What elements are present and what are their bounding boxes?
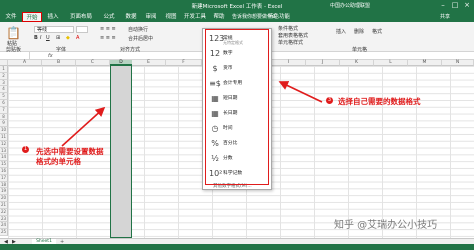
row-header[interactable]: 5 xyxy=(0,93,8,100)
step-badge-1: 1 xyxy=(22,146,29,153)
selected-column-header[interactable]: D xyxy=(110,60,132,66)
tell-me-search[interactable]: 告诉我你想要做什么 xyxy=(232,12,277,22)
tab-data[interactable]: 数据 xyxy=(122,12,140,22)
delete-cells-button[interactable]: 删除 xyxy=(354,28,364,35)
row-header[interactable]: 20 xyxy=(0,195,8,202)
watermark: 知乎 @艾瑞办公小技巧 xyxy=(334,220,438,231)
column-header[interactable]: C xyxy=(76,60,110,66)
tab-formulas[interactable]: 公式 xyxy=(100,12,118,22)
row-header[interactable]: 18 xyxy=(0,181,8,189)
merge-center-button[interactable]: 合并后居中 xyxy=(128,35,153,42)
tab-view[interactable]: 视图 xyxy=(162,12,180,22)
row-header[interactable]: 22 xyxy=(0,208,8,216)
title-bar: 新建Microsoft Excel 工作表 - Excel 中国办公助理联盟 –… xyxy=(0,0,474,11)
column-header[interactable]: B xyxy=(42,60,76,66)
row-header[interactable]: 25 xyxy=(0,229,8,236)
tab-help[interactable]: 帮助 xyxy=(210,12,228,22)
format-cells-button[interactable]: 格式 xyxy=(372,28,382,35)
column-header[interactable]: I xyxy=(272,60,306,66)
tab-page-layout[interactable]: 页面布局 xyxy=(64,12,98,22)
font-name-select[interactable]: 等线 xyxy=(34,26,74,33)
row-header[interactable]: 21 xyxy=(0,202,8,209)
row-header[interactable]: 2 xyxy=(0,72,8,80)
close-icon[interactable]: × xyxy=(460,1,474,9)
row-header[interactable]: 10 xyxy=(0,127,8,134)
align-left-icon[interactable]: ≡ ≡ ≡ xyxy=(100,35,116,41)
font-size-select[interactable] xyxy=(76,26,88,33)
selected-column-range[interactable] xyxy=(110,60,132,238)
row-header[interactable]: 3 xyxy=(0,79,8,87)
row-header[interactable]: 11 xyxy=(0,134,8,141)
tab-developer[interactable]: 开发工具 xyxy=(182,12,208,22)
fill-color-icon[interactable]: ◆ xyxy=(66,35,70,41)
column-header[interactable]: J xyxy=(306,60,340,66)
row-header[interactable]: 13 xyxy=(0,147,8,155)
row-header[interactable]: 24 xyxy=(0,222,8,230)
row-header[interactable]: 14 xyxy=(0,154,8,162)
row-header[interactable]: 7 xyxy=(0,106,8,114)
column-header[interactable]: E xyxy=(132,60,166,66)
row-header[interactable]: 8 xyxy=(0,113,8,121)
row-header[interactable]: 12 xyxy=(0,140,8,148)
column-header[interactable]: L xyxy=(374,60,408,66)
tab-insert[interactable]: 插入 xyxy=(44,12,62,22)
conditional-format-button[interactable]: 条件格式 xyxy=(278,25,298,32)
status-bar xyxy=(0,244,474,250)
tab-file[interactable]: 文件 xyxy=(2,12,20,22)
window-title: 新建Microsoft Excel 工作表 - Excel xyxy=(191,4,283,10)
column-header[interactable]: N xyxy=(442,60,474,66)
annotation-choose-format: 选择自己需要的数据格式 xyxy=(338,97,421,106)
row-header[interactable]: 17 xyxy=(0,174,8,182)
tab-home[interactable]: 开始 xyxy=(22,12,42,22)
underline-icon[interactable]: U xyxy=(46,35,50,41)
step-badge-3: 3 xyxy=(326,97,333,104)
fx-icon[interactable]: fx xyxy=(48,52,53,60)
border-icon[interactable]: ⊞ xyxy=(56,35,60,41)
row-header[interactable]: 23 xyxy=(0,215,8,223)
share-button[interactable]: 共享 xyxy=(440,12,450,22)
row-header[interactable]: 9 xyxy=(0,120,8,128)
column-header[interactable]: K xyxy=(340,60,374,66)
row-header[interactable]: 15 xyxy=(0,161,8,168)
insert-cells-button[interactable]: 插入 xyxy=(336,28,346,35)
name-box[interactable] xyxy=(0,52,30,60)
row-header[interactable]: 19 xyxy=(0,188,8,196)
column-header[interactable]: M xyxy=(408,60,442,66)
align-top-icon[interactable]: ≡ ≡ ≡ xyxy=(100,26,116,32)
row-header[interactable]: 16 xyxy=(0,168,8,175)
ribbon-tabs: 文件 开始 插入 页面布局 公式 数据 审阅 视图 开发工具 帮助 特色功能 告… xyxy=(0,11,474,22)
tab-review[interactable]: 审阅 xyxy=(142,12,160,22)
highlight-frame xyxy=(205,29,269,185)
column-header[interactable]: F xyxy=(166,60,202,66)
table-format-button[interactable]: 套用表格格式 xyxy=(278,32,308,39)
wrap-text-button[interactable]: 自动换行 xyxy=(128,26,148,33)
row-header[interactable]: 4 xyxy=(0,86,8,94)
bold-icon[interactable]: B xyxy=(34,35,38,41)
annotation-select-cells: 先选中需要设置数据格式的单元格 xyxy=(36,147,104,166)
user-name: 中国办公助理联盟 xyxy=(330,3,371,9)
cell-style-button[interactable]: 单元格样式 xyxy=(278,39,303,46)
row-header[interactable]: 1 xyxy=(0,66,8,73)
font-color-icon[interactable]: A xyxy=(76,35,79,41)
paste-icon[interactable]: 📋 xyxy=(6,26,21,40)
column-header[interactable]: A xyxy=(8,60,42,66)
italic-icon[interactable]: I xyxy=(40,35,41,41)
row-header[interactable]: 6 xyxy=(0,100,8,107)
